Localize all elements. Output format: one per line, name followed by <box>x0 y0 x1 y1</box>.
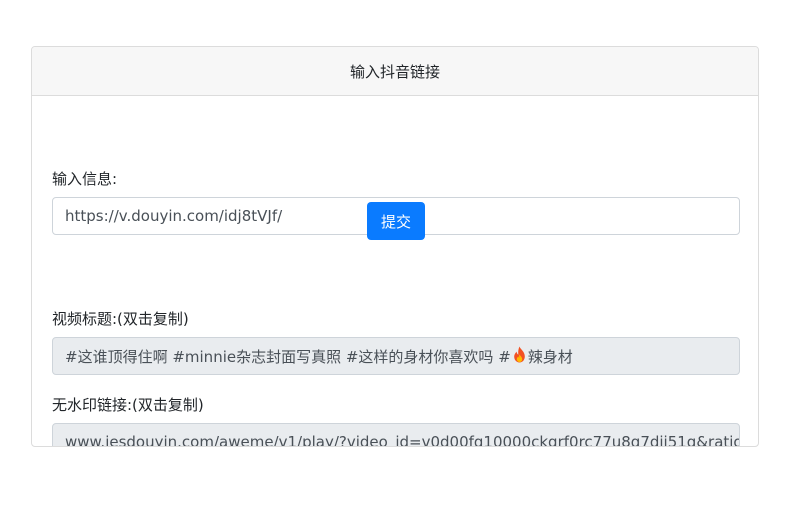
card-title: 输入抖音链接 <box>349 62 440 81</box>
submit-button[interactable]: 提交 <box>367 202 425 240</box>
video-title-text-after: 辣身材 <box>527 347 573 366</box>
video-title-label: 视频标题:(双击复制) <box>52 310 189 328</box>
no-watermark-link-field[interactable]: www.iesdouyin.com/aweme/v1/play/?video_i… <box>52 423 740 447</box>
input-info-label: 输入信息: <box>52 170 118 188</box>
fire-icon <box>512 346 527 367</box>
no-watermark-link-value: www.iesdouyin.com/aweme/v1/play/?video_i… <box>65 433 739 447</box>
card-header: 输入抖音链接 <box>32 47 758 96</box>
video-title-text-before: #这谁顶得住啊 #minnie杂志封面写真照 #这样的身材你喜欢吗 # <box>65 347 511 366</box>
video-title-field[interactable]: #这谁顶得住啊 #minnie杂志封面写真照 #这样的身材你喜欢吗 # 辣身材 <box>52 337 740 375</box>
douyin-url-value: https://v.douyin.com/idj8tVJf/ <box>65 207 283 225</box>
no-watermark-link-label: 无水印链接:(双击复制) <box>52 396 204 414</box>
douyin-link-card: 输入抖音链接 输入信息: https://v.douyin.com/idj8tV… <box>31 46 759 447</box>
